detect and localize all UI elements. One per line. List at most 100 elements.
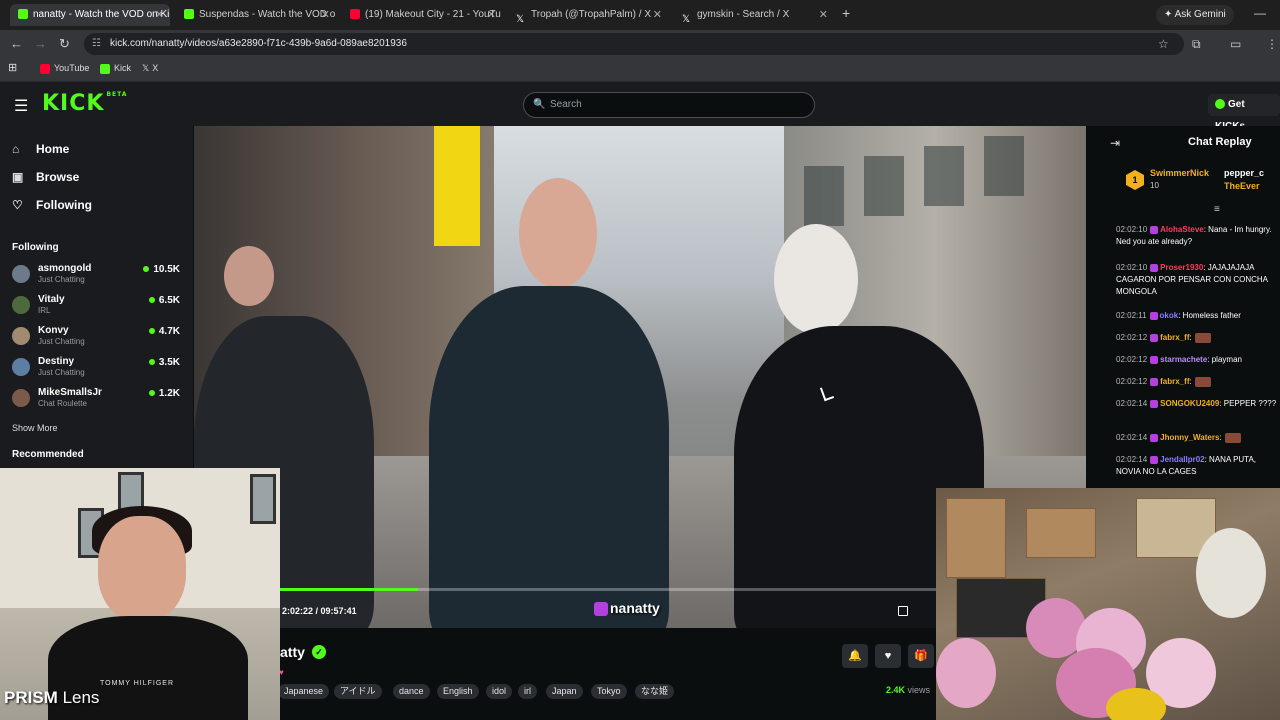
close-icon[interactable]: ✕	[155, 4, 164, 26]
chat-message: 02:02:11 okok: Homeless father	[1116, 310, 1280, 322]
shirt-text: TOMMY HILFIGER	[100, 680, 175, 687]
webcam-scene	[1196, 528, 1266, 618]
message-username[interactable]: fabrx_ff	[1160, 333, 1189, 342]
followed-channel[interactable]: Destiny Just Chatting 3.5K	[12, 355, 182, 383]
message-time: 02:02:10	[1116, 263, 1148, 272]
sidebar-item-following[interactable]: ♡ Following	[12, 198, 92, 212]
message-username[interactable]: Jendallpr02	[1160, 455, 1204, 464]
category-tag[interactable]: Japan	[546, 684, 583, 699]
forward-arrow-icon[interactable]: →	[34, 36, 47, 51]
message-username[interactable]: fabrx_ff	[1160, 377, 1189, 386]
menu-icon[interactable]: ⋮	[1266, 37, 1278, 51]
get-kicks-button[interactable]: Get KICKs	[1208, 94, 1280, 132]
close-icon[interactable]: ✕	[321, 4, 330, 26]
channel-name: MikeSmallsJr	[38, 387, 102, 398]
picture-in-picture-icon[interactable]	[898, 606, 908, 616]
close-icon[interactable]: ✕	[487, 4, 496, 26]
gifter-name[interactable]: TheEver	[1224, 181, 1260, 191]
channel-title[interactable]: atty	[280, 644, 305, 660]
nav-label: Following	[36, 198, 92, 212]
collapse-chat-icon[interactable]: ⇥	[1110, 136, 1120, 150]
category-tag[interactable]: Japanese	[278, 684, 330, 699]
reload-icon[interactable]: ↻	[59, 36, 70, 52]
message-text: : playman	[1207, 355, 1242, 364]
followed-channel[interactable]: Konvy Just Chatting 4.7K	[12, 324, 182, 352]
message-username[interactable]: Jhonny_Waters	[1160, 433, 1219, 442]
bookmark-youtube[interactable]: YouTube	[40, 63, 89, 74]
url-field[interactable]: ☷ kick.com/nanatty/videos/a63e2890-f71c-…	[84, 33, 1184, 55]
gifter-count: 10	[1150, 181, 1159, 190]
back-arrow-icon[interactable]: ←	[10, 36, 23, 51]
verified-icon: ✓	[312, 645, 326, 659]
gift-sub-button[interactable]: 🎁	[908, 644, 934, 668]
message-text: : PEPPER ????	[1219, 399, 1277, 408]
gifter-name[interactable]: pepper_c	[1224, 168, 1264, 178]
viewer-count: 6.5K	[149, 295, 180, 306]
webcam-scene	[936, 638, 996, 708]
category-tag[interactable]: Tokyo	[591, 684, 627, 699]
category-tag[interactable]: dance	[393, 684, 430, 699]
browser-tab[interactable]: 𝕏gymskin - Search / X ✕	[674, 4, 834, 26]
minimize-icon[interactable]: —	[1254, 6, 1266, 20]
seek-bar[interactable]	[280, 588, 936, 591]
site-info-icon[interactable]: ☷	[92, 33, 101, 55]
browser-tab[interactable]: Suspendas - Watch the VOD on ✕	[176, 4, 336, 26]
sub-badge-icon	[1150, 355, 1159, 364]
hamburger-menu-icon[interactable]: ☰	[14, 96, 28, 116]
category-tag[interactable]: irl	[518, 684, 537, 699]
category-tag[interactable]: English	[437, 684, 479, 699]
extensions-icon[interactable]: ⧉	[1192, 37, 1201, 52]
channel-category: IRL	[38, 306, 51, 315]
message-username[interactable]: okok	[1160, 311, 1179, 320]
url-text: kick.com/nanatty/videos/a63e2890-f71c-43…	[110, 38, 407, 49]
gift-icon: 🎁	[914, 650, 928, 662]
apps-grid-icon[interactable]: ⊞	[8, 61, 17, 74]
kick-favicon-icon	[18, 9, 28, 20]
message-username[interactable]: AlohaSteve	[1160, 225, 1204, 234]
sidebar-item-home[interactable]: ⌂ Home	[12, 142, 69, 156]
message-username[interactable]: Proser1930	[1160, 263, 1203, 272]
current-time: 2:02:22	[282, 606, 314, 616]
x-favicon-icon: 𝕏	[516, 14, 525, 26]
view-count: 2.4K views	[886, 685, 930, 695]
followed-channel[interactable]: Vitaly IRL 6.5K	[12, 293, 182, 321]
prism-lens-watermark: PRISM Lens	[4, 688, 99, 708]
viewer-count: 1.2K	[149, 388, 180, 399]
logo-text: KICK	[42, 91, 105, 116]
category-tag[interactable]: idol	[486, 684, 513, 699]
follow-heart-button[interactable]: ♥	[875, 644, 901, 668]
ask-gemini-button[interactable]: ✦ Ask Gemini	[1156, 5, 1234, 25]
bookmark-kick[interactable]: Kick	[100, 63, 131, 74]
x-icon: 𝕏	[142, 63, 150, 73]
avatar	[12, 327, 30, 345]
category-tag[interactable]: なな姫	[635, 684, 675, 699]
tab-title: (19) Makeout City - 21 - YouTu	[365, 9, 501, 20]
browser-tab[interactable]: nanatty - Watch the VOD on Ki ✕	[10, 4, 170, 26]
gifter-name[interactable]: SwimmerNick	[1150, 168, 1209, 178]
expand-icon[interactable]: ≡	[1214, 204, 1220, 215]
category-tag[interactable]: アイドル	[334, 684, 382, 699]
close-icon[interactable]: ✕	[653, 4, 662, 26]
show-more-button[interactable]: Show More	[12, 423, 58, 433]
message-username[interactable]: starmachete	[1160, 355, 1207, 364]
bookmark-star-icon[interactable]: ☆	[1158, 37, 1169, 51]
message-username[interactable]: SONGOKU2409	[1160, 399, 1219, 408]
close-icon[interactable]: ✕	[819, 4, 828, 26]
sidebar-item-browse[interactable]: ▣ Browse	[12, 170, 79, 184]
new-tab-button[interactable]: +	[842, 5, 850, 21]
followed-channel[interactable]: MikeSmallsJr Chat Roulette 1.2K	[12, 386, 182, 414]
webcam-scene	[1106, 688, 1166, 720]
browser-tab[interactable]: (19) Makeout City - 21 - YouTu ✕	[342, 4, 502, 26]
kick-logo[interactable]: KICK BETA	[42, 91, 127, 116]
video-scene	[519, 178, 597, 288]
notification-bell-button[interactable]: 🔔	[842, 644, 868, 668]
sub-badge-icon	[1150, 333, 1159, 342]
bookmark-x[interactable]: 𝕏X	[142, 63, 158, 74]
address-bar-row: ← → ↻ ☷ kick.com/nanatty/videos/a63e2890…	[0, 30, 1280, 58]
chat-title: Chat Replay	[1188, 136, 1252, 148]
followed-channel[interactable]: asmongold Just Chatting 10.5K	[12, 262, 182, 290]
message-text: :	[1189, 333, 1192, 342]
search-input[interactable]: 🔍 Search	[523, 92, 815, 118]
sidepanel-icon[interactable]: ▭	[1230, 37, 1241, 51]
browser-tab[interactable]: 𝕏 Tropah (@TropahPalm) / X ✕	[508, 4, 668, 26]
